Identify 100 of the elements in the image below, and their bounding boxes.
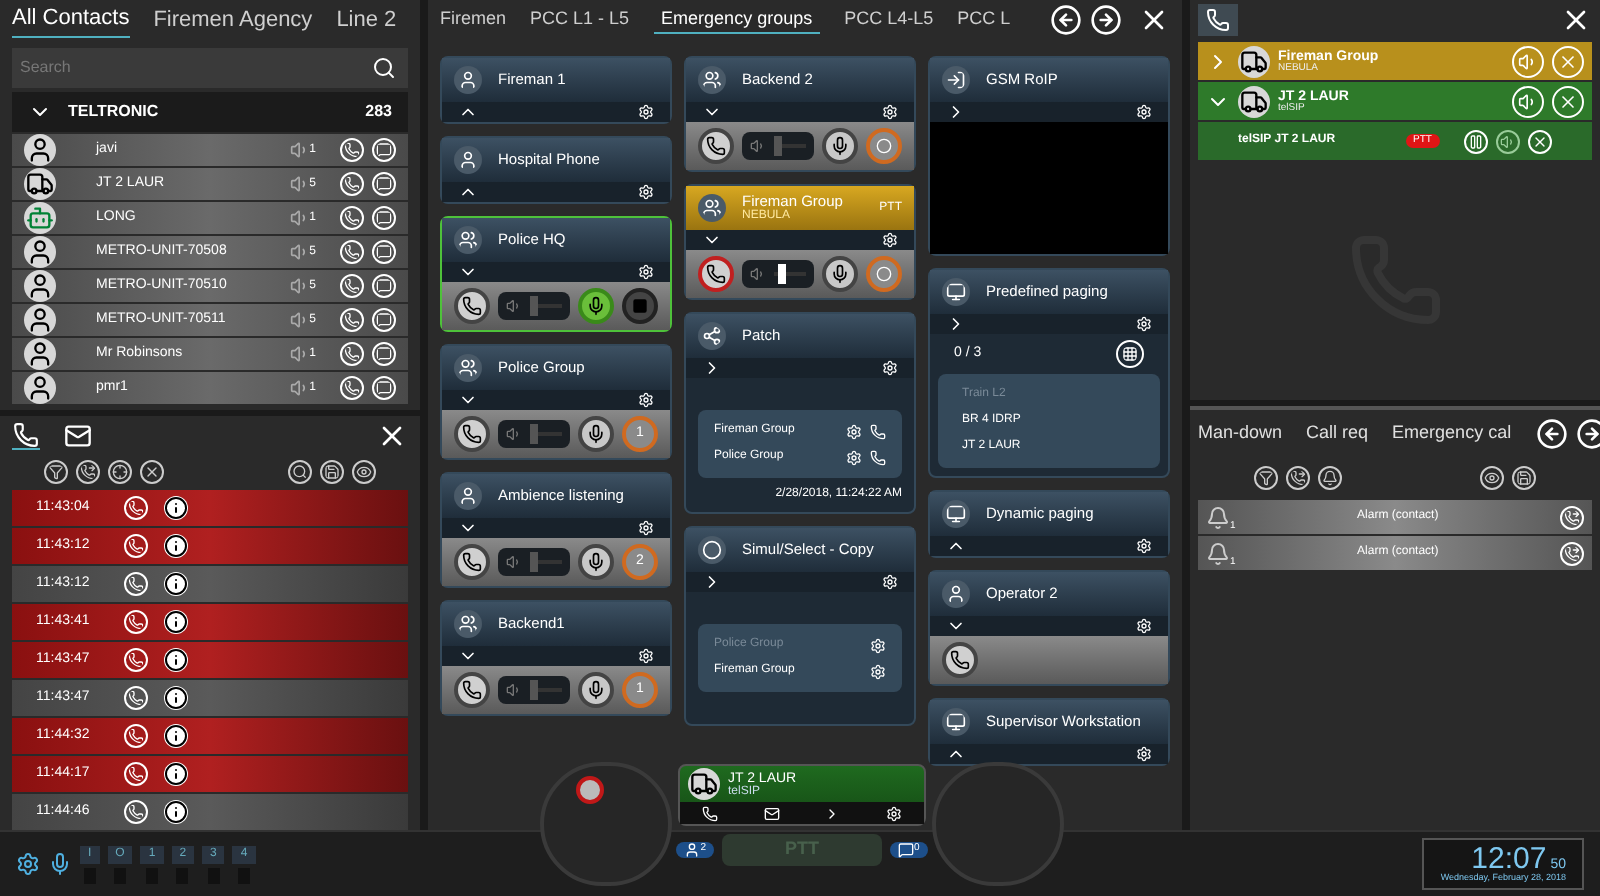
tab[interactable]: Firemen <box>440 6 507 34</box>
tab[interactable]: PCC L1 - L5 <box>530 6 630 34</box>
call-button[interactable] <box>942 642 978 678</box>
filter-icon[interactable] <box>1254 466 1278 490</box>
call-icon[interactable] <box>124 496 148 520</box>
search-icon[interactable] <box>288 460 312 484</box>
pause-icon[interactable] <box>1464 129 1488 153</box>
call-icon[interactable] <box>340 206 364 230</box>
call-icon[interactable] <box>124 610 148 634</box>
call-icon[interactable] <box>124 572 148 596</box>
mic-icon[interactable] <box>48 852 72 876</box>
call-icon[interactable] <box>340 240 364 264</box>
slider-thumb[interactable] <box>530 296 538 316</box>
record-button[interactable] <box>576 776 604 804</box>
forward-icon[interactable] <box>1575 418 1600 450</box>
slider-thumb[interactable] <box>774 136 782 156</box>
clear-icon[interactable] <box>140 460 164 484</box>
mic-button[interactable] <box>578 288 614 324</box>
search-field[interactable]: Search <box>12 48 408 88</box>
call-icon[interactable] <box>340 274 364 298</box>
tab[interactable]: PCC L4-L5 <box>844 6 934 34</box>
slider-thumb[interactable] <box>530 424 538 444</box>
message-icon[interactable] <box>372 308 396 332</box>
mic-button[interactable] <box>578 672 614 708</box>
tab[interactable]: Man-down <box>1198 420 1283 448</box>
mail-tab-icon[interactable] <box>64 422 92 450</box>
volume-slider[interactable] <box>498 292 570 320</box>
call-icon[interactable] <box>340 342 364 366</box>
call-button[interactable] <box>454 288 490 324</box>
call-button[interactable] <box>454 416 490 452</box>
slider-thumb[interactable] <box>530 680 538 700</box>
settings-icon[interactable] <box>16 852 40 876</box>
info-icon[interactable] <box>164 610 188 634</box>
tab[interactable]: Line 2 <box>336 3 397 37</box>
tab[interactable]: Emergency groups <box>653 5 821 35</box>
info-icon[interactable] <box>164 534 188 558</box>
call-icon[interactable] <box>124 648 148 672</box>
tab[interactable]: Emergency cal <box>1392 420 1512 448</box>
hang-up-icon[interactable] <box>1552 85 1584 117</box>
call-icon[interactable] <box>340 172 364 196</box>
call-icon[interactable] <box>124 800 148 824</box>
info-icon[interactable] <box>164 800 188 824</box>
target-icon[interactable] <box>108 460 132 484</box>
slider-thumb[interactable] <box>777 264 786 284</box>
info-icon[interactable] <box>164 724 188 748</box>
call-icon[interactable] <box>340 138 364 162</box>
hang-up-icon[interactable] <box>1552 45 1584 77</box>
tab[interactable]: Firemen Agency <box>153 3 313 37</box>
info-icon[interactable] <box>164 496 188 520</box>
call-button[interactable] <box>698 128 734 164</box>
volume-slider[interactable] <box>498 548 570 576</box>
save-icon[interactable] <box>320 460 344 484</box>
priority-button[interactable] <box>866 128 902 164</box>
back-icon[interactable] <box>1050 4 1082 36</box>
search-icon[interactable] <box>372 56 396 80</box>
info-icon[interactable] <box>164 762 188 786</box>
call-button[interactable] <box>454 672 490 708</box>
slider-thumb[interactable] <box>530 552 538 572</box>
bell-icon[interactable] <box>1318 466 1342 490</box>
call-icon[interactable] <box>124 762 148 786</box>
search-input[interactable]: Search <box>12 56 360 80</box>
grid-icon[interactable] <box>1116 340 1144 368</box>
volume-slider[interactable] <box>742 260 814 288</box>
hang-up-icon[interactable] <box>1528 129 1552 153</box>
back-icon[interactable] <box>1535 418 1568 450</box>
priority-button[interactable] <box>866 256 902 292</box>
volume-slider[interactable] <box>498 420 570 448</box>
phone-tab-icon[interactable] <box>12 422 40 450</box>
volume-slider[interactable] <box>498 676 570 704</box>
call-icon[interactable] <box>340 376 364 400</box>
phone-icon[interactable] <box>1286 466 1310 490</box>
message-icon[interactable] <box>372 138 396 162</box>
speaker-icon[interactable] <box>1496 129 1520 153</box>
call-icon[interactable] <box>124 724 148 748</box>
info-icon[interactable] <box>164 686 188 710</box>
info-icon[interactable] <box>164 572 188 596</box>
message-icon[interactable] <box>372 376 396 400</box>
message-icon[interactable] <box>372 342 396 366</box>
mic-button[interactable] <box>578 416 614 452</box>
mail-icon[interactable] <box>763 805 780 821</box>
phone-icon[interactable] <box>76 460 100 484</box>
call-icon[interactable] <box>124 686 148 710</box>
mic-button[interactable] <box>578 544 614 580</box>
call-button[interactable] <box>698 256 734 292</box>
message-icon[interactable] <box>372 172 396 196</box>
calls-tab[interactable] <box>1198 4 1238 36</box>
tab[interactable]: All Contacts <box>12 2 130 38</box>
call-button[interactable] <box>454 544 490 580</box>
eye-icon[interactable] <box>352 460 376 484</box>
eye-icon[interactable] <box>1480 466 1504 490</box>
mic-button[interactable] <box>822 128 858 164</box>
filter-icon[interactable] <box>44 460 68 484</box>
info-icon[interactable] <box>164 648 188 672</box>
call-icon[interactable] <box>124 534 148 558</box>
save-icon[interactable] <box>1512 466 1536 490</box>
call-icon[interactable] <box>340 308 364 332</box>
tab[interactable]: PCC L <box>957 6 1011 34</box>
message-icon[interactable] <box>372 240 396 264</box>
tab[interactable]: Call req <box>1306 420 1369 448</box>
forward-icon[interactable] <box>1090 4 1122 36</box>
